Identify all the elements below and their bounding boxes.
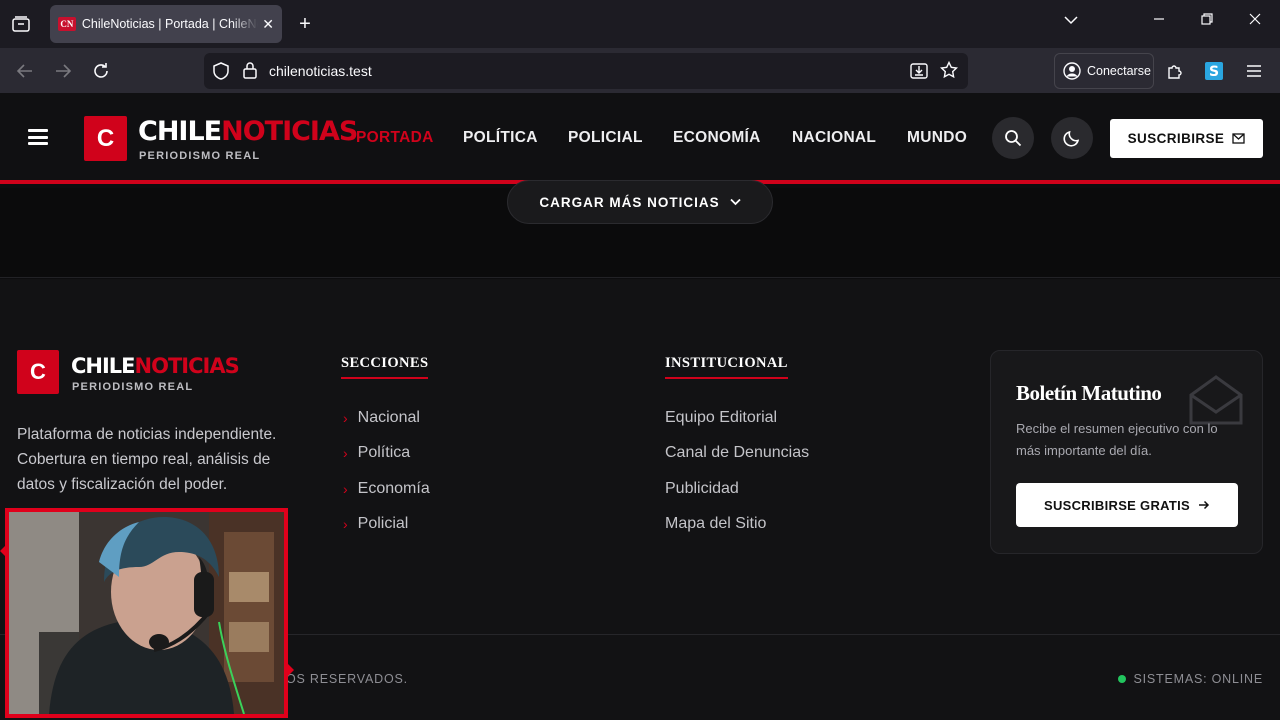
institutional-heading: INSTITUCIONAL [665, 355, 788, 379]
footer-link-canal-denuncias[interactable]: Canal de Denuncias [665, 444, 809, 462]
main-content: CARGAR MÁS NOTICIAS [0, 180, 1280, 278]
restore-icon[interactable] [1195, 12, 1219, 30]
extension-s-icon[interactable]: S [1200, 57, 1228, 85]
footer-link-politica[interactable]: › Política [343, 444, 410, 462]
tab-overflow-chevron-icon[interactable] [1059, 12, 1083, 30]
newsletter-subscribe-label: SUSCRIBIRSE GRATIS [1043, 497, 1190, 513]
nav-item-portada[interactable]: PORTADA [356, 129, 434, 147]
connect-label: Conectarse [1087, 64, 1151, 78]
copyright-text: OS RESERVADOS. [286, 672, 408, 686]
webcam-video-image [9, 512, 284, 714]
account-icon [1063, 62, 1081, 80]
browser-nav-bar: chilenoticias.test Conectarse S [0, 48, 1280, 93]
status-dot-icon [1117, 675, 1126, 683]
close-window-icon[interactable] [1243, 12, 1267, 30]
chevron-right-icon: › [343, 445, 348, 461]
newsletter-description: Recibe el resumen ejecutivo con lo más i… [1016, 421, 1218, 458]
webcam-frame-marker [0, 545, 6, 557]
nav-item-policial[interactable]: POLICIAL [568, 129, 643, 147]
arrow-right-icon [1199, 500, 1210, 510]
footer-logo-wordmark[interactable]: CHILENOTICIAS [71, 354, 240, 378]
subscribe-button[interactable]: SUSCRIBIRSE [1110, 119, 1263, 158]
dark-mode-toggle[interactable] [1051, 117, 1093, 159]
search-icon [1005, 130, 1022, 147]
nav-item-mundo[interactable]: MUNDO [907, 129, 967, 147]
footer-link-publicidad[interactable]: Publicidad [665, 480, 739, 498]
load-more-button[interactable]: CARGAR MÁS NOTICIAS [507, 180, 773, 224]
browser-tab-active[interactable]: CN ChileNoticias | Portada | ChileNotici… [50, 5, 282, 43]
nav-item-nacional[interactable]: NACIONAL [792, 129, 876, 147]
extensions-puzzle-icon[interactable] [1161, 57, 1189, 85]
newsletter-subscribe-button[interactable]: SUSCRIBIRSE GRATIS [1016, 483, 1238, 527]
tab-list-icon[interactable] [8, 10, 34, 38]
footer-link-economia[interactable]: › Economía [343, 480, 430, 498]
tab-title: ChileNoticias | Portada | ChileNoticias [81, 17, 258, 31]
url-text: chilenoticias.test [269, 63, 372, 79]
mail-icon [1232, 133, 1245, 144]
subscribe-label: SUSCRIBIRSE [1127, 131, 1225, 146]
reload-icon[interactable] [87, 57, 115, 85]
footer-logo-tagline: PERIODISMO REAL [72, 381, 194, 393]
newsletter-card: Boletín Matutino Recibe el resumen ejecu… [990, 350, 1263, 554]
forward-arrow-icon[interactable] [49, 57, 77, 85]
footer-link-mapa-sitio[interactable]: Mapa del Sitio [665, 515, 766, 533]
webcam-frame-marker [288, 664, 294, 676]
chevron-right-icon: › [343, 410, 348, 426]
webcam-overlay [5, 508, 288, 718]
chevron-right-icon: › [343, 516, 348, 532]
lock-icon[interactable] [242, 61, 258, 84]
install-app-icon[interactable] [910, 62, 928, 85]
site-favicon-icon: CN [58, 17, 76, 31]
nav-item-economia[interactable]: ECONOMÍA [673, 129, 761, 147]
status-label: SISTEMAS: ONLINE [1133, 672, 1263, 686]
minimize-icon[interactable] [1147, 12, 1171, 30]
hamburger-menu-icon[interactable] [28, 129, 48, 145]
bookmark-star-icon[interactable] [939, 60, 959, 84]
nav-item-politica[interactable]: POLÍTICA [463, 129, 538, 147]
tab-close-icon[interactable]: ✕ [262, 16, 274, 33]
newsletter-title: Boletín Matutino [1016, 381, 1162, 405]
logo-mark[interactable]: C [84, 116, 127, 161]
connect-account-button[interactable]: Conectarse [1054, 53, 1154, 89]
site-header: C CHILENOTICIAS PERIODISMO REAL PORTADA … [0, 93, 1280, 184]
chevron-down-icon [729, 198, 741, 206]
new-tab-plus-icon[interactable]: + [294, 12, 316, 36]
back-arrow-icon[interactable] [11, 57, 39, 85]
system-status: SISTEMAS: ONLINE [1117, 672, 1264, 686]
footer-link-policial[interactable]: › Policial [343, 515, 408, 533]
logo-wordmark[interactable]: CHILENOTICIAS [138, 116, 358, 147]
load-more-label: CARGAR MÁS NOTICIAS [539, 194, 720, 210]
chevron-right-icon: › [343, 481, 348, 497]
footer-link-equipo-editorial[interactable]: Equipo Editorial [665, 409, 777, 427]
moon-icon [1063, 130, 1080, 147]
footer-logo-mark[interactable]: C [17, 350, 59, 394]
app-menu-icon[interactable] [1240, 57, 1268, 85]
sections-heading: SECCIONES [341, 355, 429, 379]
logo-tagline: PERIODISMO REAL [139, 150, 261, 162]
url-bar[interactable]: chilenoticias.test [204, 53, 968, 89]
footer-link-nacional[interactable]: › Nacional [343, 409, 420, 427]
svg-text:S: S [1209, 64, 1219, 80]
browser-tab-bar: CN ChileNoticias | Portada | ChileNotici… [0, 0, 1280, 48]
footer-description: Plataforma de noticias independiente. Co… [17, 426, 277, 493]
search-button[interactable] [992, 117, 1034, 159]
shield-icon[interactable] [212, 62, 230, 85]
